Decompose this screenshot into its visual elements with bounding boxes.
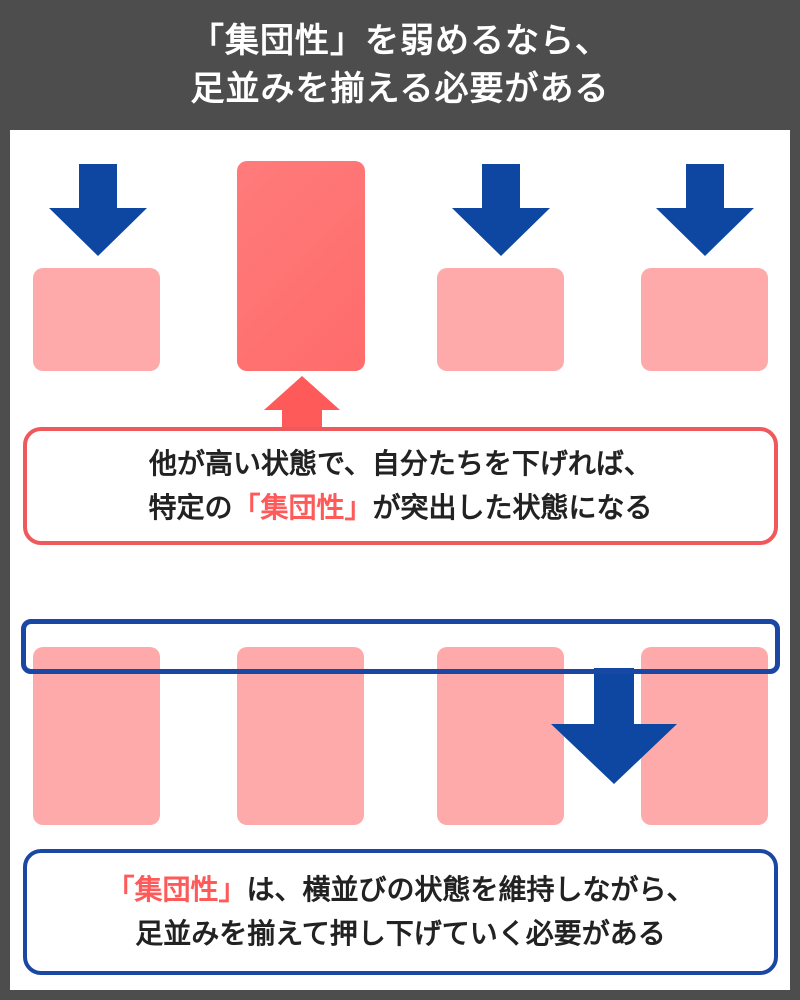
top-callout-suffix: が突出した状態になる <box>372 491 653 524</box>
header-title-line-2: 足並みを揃える必要がある <box>190 69 610 109</box>
top-callout-line-2: 特定の「集団性」が突出した状態になる <box>148 486 652 530</box>
level-frame-bar <box>21 619 780 674</box>
header-title-line-1: 「集団性」を弱めるなら、 <box>190 21 610 61</box>
group-block-lowered <box>33 268 160 371</box>
bottom-callout-highlight: 「集団性」 <box>106 873 247 906</box>
top-callout: 他が高い状態で、自分たちを下げれば、 特定の「集団性」が突出した状態になる <box>23 427 778 545</box>
content-panel: 他が高い状態で、自分たちを下げれば、 特定の「集団性」が突出した状態になる 「集… <box>10 130 790 990</box>
top-callout-line-1: 他が高い状態で、自分たちを下げれば、 <box>149 447 652 480</box>
header: 「集団性」を弱めるなら、 足並みを揃える必要がある <box>0 0 800 130</box>
group-block-lowered <box>437 268 564 371</box>
bottom-callout: 「集団性」は、横並びの状態を維持しながら、 足並みを揃えて押し下げていく必要があ… <box>23 849 778 975</box>
arrow-down-icon <box>452 164 550 256</box>
bottom-callout-line-2: 足並みを揃えて押し下げていく必要がある <box>135 917 666 950</box>
top-callout-prefix: 特定の <box>148 491 233 524</box>
bottom-callout-line-1: 「集団性」は、横並びの状態を維持しながら、 <box>106 868 694 912</box>
arrow-down-icon <box>551 668 677 784</box>
arrow-down-icon <box>656 164 754 256</box>
bottom-callout-suffix: は、横並びの状態を維持しながら、 <box>246 873 695 906</box>
arrow-down-icon <box>49 164 147 256</box>
group-block-raised <box>237 161 365 371</box>
group-block-lowered <box>641 268 768 371</box>
top-callout-highlight: 「集団性」 <box>232 491 373 524</box>
